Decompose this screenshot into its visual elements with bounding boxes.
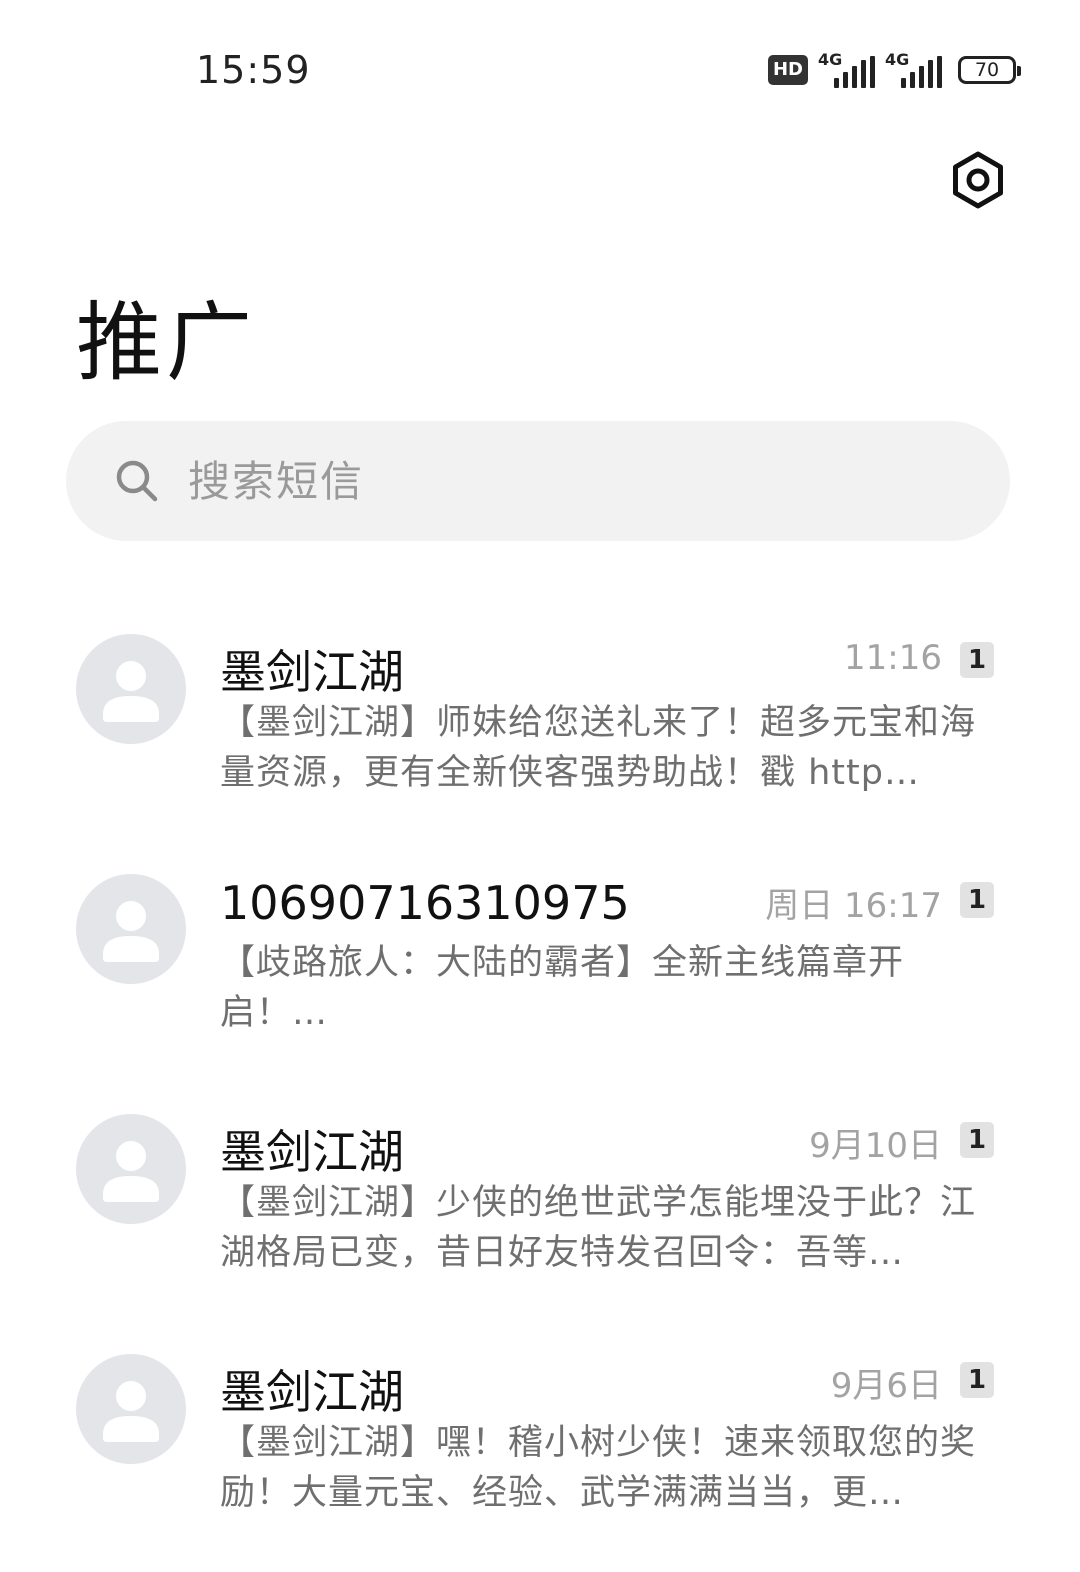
message-time: 9月10日 [809,1126,942,1166]
unread-badge: 1 [960,1122,994,1158]
avatar [76,874,186,984]
message-time: 周日 16:17 [765,886,942,926]
battery-icon: 70 [958,56,1021,84]
message-sender: 10690716310975 [220,876,630,930]
status-icons: HD 4G 4G 70 [767,50,1021,88]
message-sender: 墨剑江湖 [220,1365,404,1419]
message-sender: 墨剑江湖 [220,645,404,699]
message-item[interactable]: 墨剑江湖 9月6日 1 【墨剑江湖】嘿！稽小树少侠！速来领取您的奖励！大量元宝、… [0,1320,1080,1560]
status-time: 15:59 [196,48,311,92]
signal-2-icon: 4G [885,50,942,88]
unread-badge: 1 [960,1362,994,1398]
status-bar: 15:59 HD 4G 4G 70 [0,0,1080,140]
contact-placeholder-icon [103,1381,159,1442]
battery-level: 70 [974,58,1000,81]
message-time: 11:16 [844,638,942,678]
search-icon [116,460,158,502]
message-preview: 【墨剑江湖】嘿！稽小树少侠！速来领取您的奖励！大量元宝、经验、武学满满当当，更… [220,1423,977,1513]
page-title: 推广 [76,293,256,393]
settings-icon [953,151,1003,209]
avatar [76,1114,186,1224]
contact-placeholder-icon [103,901,159,962]
hd-voice-icon: HD [767,55,808,85]
message-preview: 【歧路旅人：大陆的霸者】全新主线篇章开启！… [220,943,905,1033]
message-preview: 【墨剑江湖】少侠的绝世武学怎能埋没于此？江湖格局已变，昔日好友特发召回令：吾等… [220,1183,977,1273]
message-preview: 【墨剑江湖】师妹给您送礼来了！超多元宝和海量资源，更有全新侠客强势助战！戳 ht… [220,703,977,793]
search-input[interactable] [186,455,890,507]
contact-placeholder-icon [103,661,159,722]
network-type-1: 4G [818,50,843,69]
message-item[interactable]: 10690716310975 周日 16:17 1 【歧路旅人：大陆的霸者】全新… [0,840,1080,1080]
message-list: 墨剑江湖 11:16 1 【墨剑江湖】师妹给您送礼来了！超多元宝和海量资源，更有… [0,600,1080,1560]
message-sender: 墨剑江湖 [220,1125,404,1179]
avatar [76,634,186,744]
signal-1-icon: 4G [818,50,875,88]
message-item[interactable]: 墨剑江湖 11:16 1 【墨剑江湖】师妹给您送礼来了！超多元宝和海量资源，更有… [0,600,1080,840]
settings-button[interactable] [948,150,1008,210]
unread-badge: 1 [960,882,994,918]
network-type-2: 4G [885,50,910,69]
avatar [76,1354,186,1464]
search-bar[interactable] [66,421,1010,541]
unread-badge: 1 [960,642,994,678]
message-time: 9月6日 [830,1366,942,1406]
contact-placeholder-icon [103,1141,159,1202]
message-item[interactable]: 墨剑江湖 9月10日 1 【墨剑江湖】少侠的绝世武学怎能埋没于此？江湖格局已变，… [0,1080,1080,1320]
